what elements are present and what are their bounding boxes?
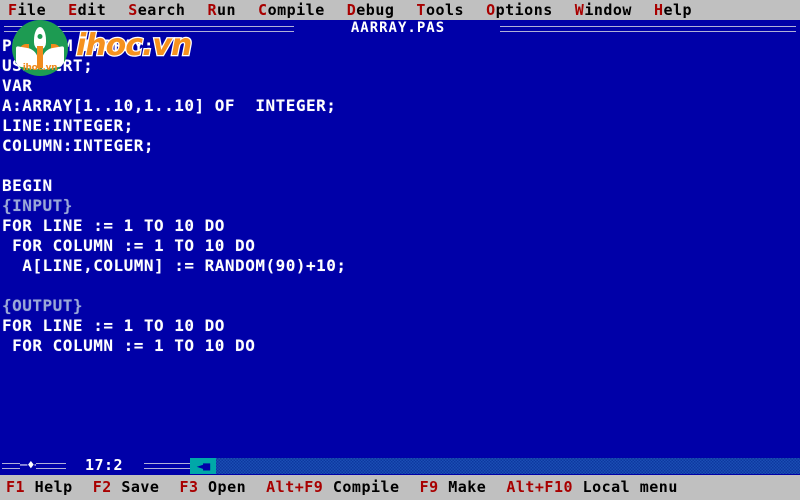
menu-hotkey-window: W bbox=[574, 1, 585, 19]
editor-title-bar[interactable]: AARRAY.PAS bbox=[0, 20, 800, 36]
code-line: {OUTPUT} bbox=[2, 296, 84, 315]
menu-item-tools[interactable]: Tools bbox=[416, 0, 464, 20]
menu-hotkey-options: O bbox=[486, 1, 496, 19]
status-key-save: F2 bbox=[92, 478, 112, 496]
code-line: VAR bbox=[2, 76, 33, 95]
menu-bar: File Edit Search Run Compile Debug Tools… bbox=[0, 0, 800, 20]
scroll-left-arrow-icon: ◄■ bbox=[196, 459, 210, 473]
editor-title: AARRAY.PAS bbox=[350, 20, 446, 36]
code-line: {INPUT} bbox=[2, 196, 73, 215]
status-item-help[interactable]: F1 Help bbox=[6, 475, 73, 500]
status-item-make[interactable]: F9 Make bbox=[420, 475, 487, 500]
status-bar: F1 Help F2 Save F3 Open Alt+F9 Compile F… bbox=[0, 475, 800, 500]
menu-item-options[interactable]: Options bbox=[486, 0, 553, 20]
footer-rule-mid bbox=[36, 463, 66, 469]
footer-rule-left bbox=[2, 463, 20, 469]
menu-label-run: un bbox=[216, 1, 237, 19]
status-item-open[interactable]: F3 Open bbox=[179, 475, 246, 500]
menu-item-debug[interactable]: Debug bbox=[347, 0, 395, 20]
menu-hotkey-compile: C bbox=[258, 1, 268, 19]
code-editor-area[interactable]: PROGRAM AARRAY; USES CRT; VAR A:ARRAY[1.… bbox=[0, 36, 800, 456]
status-label-save: Save bbox=[121, 478, 160, 496]
code-line: COLUMN:INTEGER; bbox=[2, 136, 154, 155]
menu-label-search: earch bbox=[137, 1, 186, 19]
resize-handle-icon[interactable]: ─♦─ bbox=[20, 459, 42, 471]
title-rule-right bbox=[500, 26, 796, 32]
menu-label-edit: dit bbox=[77, 1, 107, 19]
code-line: FOR LINE := 1 TO 10 DO bbox=[2, 316, 225, 335]
menu-item-help[interactable]: Help bbox=[654, 0, 692, 20]
menu-label-compile: ompile bbox=[267, 1, 325, 19]
code-line: A:ARRAY[1..10,1..10] OF INTEGER; bbox=[2, 96, 337, 115]
menu-item-run[interactable]: Run bbox=[207, 0, 236, 20]
status-key-make: F9 bbox=[419, 478, 439, 496]
status-label-make: Make bbox=[448, 478, 487, 496]
menu-hotkey-tools: T bbox=[416, 1, 426, 19]
status-label-help: Help bbox=[34, 478, 73, 496]
horizontal-scrollbar[interactable]: ◄■ bbox=[190, 458, 800, 474]
code-line: LINE:INTEGER; bbox=[2, 116, 134, 135]
cursor-position-indicator: 17:2 bbox=[84, 456, 124, 474]
code-line: FOR COLUMN := 1 TO 10 DO bbox=[2, 336, 256, 355]
menu-hotkey-file: F bbox=[8, 1, 18, 19]
status-label-local-menu: Local menu bbox=[582, 478, 678, 496]
menu-item-file[interactable]: File bbox=[8, 0, 46, 20]
code-line: PROGRAM AARRAY; bbox=[2, 36, 154, 55]
menu-hotkey-run: R bbox=[207, 1, 217, 19]
status-key-help: F1 bbox=[6, 478, 26, 496]
code-line: BEGIN bbox=[2, 176, 53, 195]
menu-label-debug: ebug bbox=[356, 1, 395, 19]
menu-label-options: ptions bbox=[495, 1, 553, 19]
code-line: FOR LINE := 1 TO 10 DO bbox=[2, 216, 225, 235]
menu-hotkey-debug: D bbox=[346, 1, 357, 19]
code-line: FOR COLUMN := 1 TO 10 DO bbox=[2, 236, 256, 255]
editor-footer: ─♦─ 17:2 ◄■ bbox=[0, 456, 800, 475]
horizontal-scrollbar-thumb[interactable]: ◄■ bbox=[190, 458, 216, 474]
status-key-open: F3 bbox=[179, 478, 199, 496]
menu-label-tools: ools bbox=[425, 1, 465, 19]
code-line: A[LINE,COLUMN] := RANDOM(90)+10; bbox=[2, 256, 347, 275]
menu-label-file: ile bbox=[17, 1, 47, 19]
menu-item-window[interactable]: Window bbox=[575, 0, 632, 20]
status-item-local-menu[interactable]: Alt+F10 Local menu bbox=[506, 475, 678, 500]
menu-label-window: indow bbox=[584, 1, 632, 19]
menu-item-edit[interactable]: Edit bbox=[68, 0, 106, 20]
status-key-compile: Alt+F9 bbox=[266, 478, 324, 496]
menu-label-help: elp bbox=[663, 1, 693, 19]
status-key-local-menu: Alt+F10 bbox=[506, 478, 574, 496]
menu-item-search[interactable]: Search bbox=[128, 0, 185, 20]
menu-hotkey-edit: E bbox=[68, 1, 78, 19]
title-rule-left bbox=[4, 26, 294, 32]
status-item-save[interactable]: F2 Save bbox=[93, 475, 160, 500]
turbo-pascal-ide: File Edit Search Run Compile Debug Tools… bbox=[0, 0, 800, 500]
menu-item-compile[interactable]: Compile bbox=[258, 0, 325, 20]
menu-hotkey-search: S bbox=[128, 1, 138, 19]
editor-window: AARRAY.PAS PROGRAM AARRAY; USES CRT; VAR… bbox=[0, 20, 800, 475]
status-label-open: Open bbox=[208, 478, 247, 496]
menu-hotkey-help: H bbox=[653, 1, 664, 19]
code-line: USES CRT; bbox=[2, 56, 94, 75]
status-item-compile[interactable]: Alt+F9 Compile bbox=[266, 475, 399, 500]
status-label-compile: Compile bbox=[332, 478, 400, 496]
